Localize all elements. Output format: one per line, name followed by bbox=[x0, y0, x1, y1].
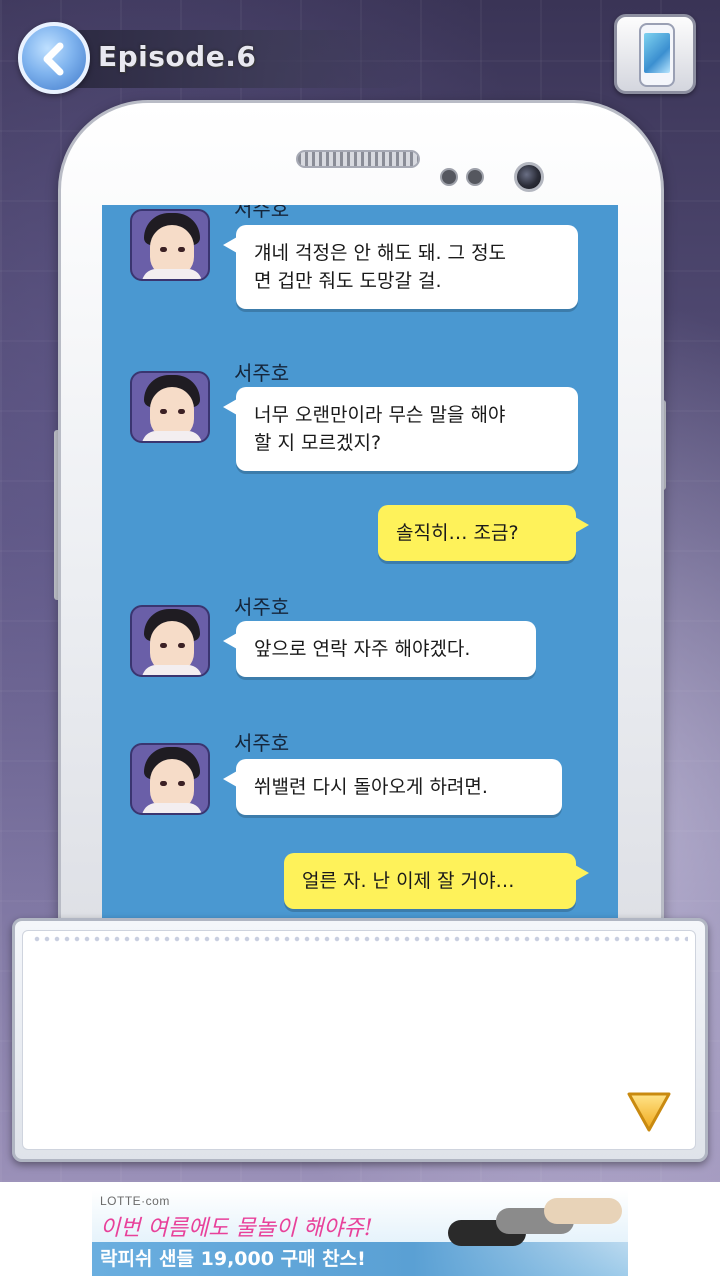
avatar bbox=[130, 743, 210, 815]
message-line: 쒸밸련 다시 돌아오게 하려면. bbox=[254, 776, 488, 798]
ad-slogan: 이번 여름에도 물놀이 해야쥬! bbox=[100, 1216, 373, 1241]
avatar bbox=[130, 371, 210, 443]
phone-speaker bbox=[296, 150, 420, 168]
sender-name: 서주호 bbox=[234, 205, 290, 221]
message-bubble: 너무 오랜만이라 무슨 말을 해야 할 지 모르겠지? bbox=[223, 387, 578, 471]
phone-sensor bbox=[440, 168, 458, 186]
message-line: 면 겁만 줘도 도망갈 걸. bbox=[254, 270, 442, 292]
chat-screen[interactable]: 서주호 걔네 걱정은 안 해도 돼. 그 정도 면 겁만 줘도 도망갈 걸. 서… bbox=[102, 205, 618, 920]
message-line: 앞으로 연락 자주 해야겠다. bbox=[254, 638, 471, 660]
dialog-text bbox=[40, 960, 640, 1120]
back-arrow-icon bbox=[43, 42, 64, 76]
my-message-bubble: 얼른 자. 난 이제 잘 거야… bbox=[284, 853, 589, 909]
episode-title: Episode.6 bbox=[98, 40, 257, 73]
avatar bbox=[130, 605, 210, 677]
sender-name: 서주호 bbox=[234, 731, 290, 755]
phone-camera bbox=[514, 162, 544, 192]
message-line: 솔직히… 조금? bbox=[396, 522, 519, 544]
message-line: 걔네 걱정은 안 해도 돼. 그 정도 bbox=[254, 242, 507, 264]
message-bubble: 쒸밸련 다시 돌아오게 하려면. bbox=[223, 759, 562, 815]
ad-headline: 락피쉬 샌들 19,000 구매 찬스! bbox=[92, 1242, 628, 1276]
message-line: 너무 오랜만이라 무슨 말을 해야 bbox=[254, 404, 506, 426]
sandal-image bbox=[544, 1198, 622, 1224]
message-line: 얼른 자. 난 이제 잘 거야… bbox=[302, 870, 515, 892]
my-message-bubble: 솔직히… 조금? bbox=[378, 505, 589, 561]
phone-sensor bbox=[466, 168, 484, 186]
ad-banner[interactable]: LOTTE·com 이번 여름에도 물놀이 해야쥬! 락피쉬 샌들 19,000… bbox=[92, 1190, 628, 1276]
avatar bbox=[130, 209, 210, 281]
ad-brand: LOTTE·com bbox=[100, 1194, 170, 1208]
next-triangle-icon[interactable] bbox=[626, 1090, 672, 1134]
dialog-border-decoration bbox=[32, 934, 688, 944]
sender-name: 서주호 bbox=[234, 361, 290, 385]
message-bubble: 걔네 걱정은 안 해도 돼. 그 정도 면 겁만 줘도 도망갈 걸. bbox=[223, 225, 578, 309]
phone-icon bbox=[639, 23, 675, 87]
sender-name: 서주호 bbox=[234, 595, 290, 619]
message-line: 할 지 모르겠지? bbox=[254, 432, 382, 454]
phone-menu-button[interactable] bbox=[614, 14, 696, 94]
message-bubble: 앞으로 연락 자주 해야겠다. bbox=[223, 621, 536, 677]
back-button[interactable] bbox=[18, 22, 90, 94]
